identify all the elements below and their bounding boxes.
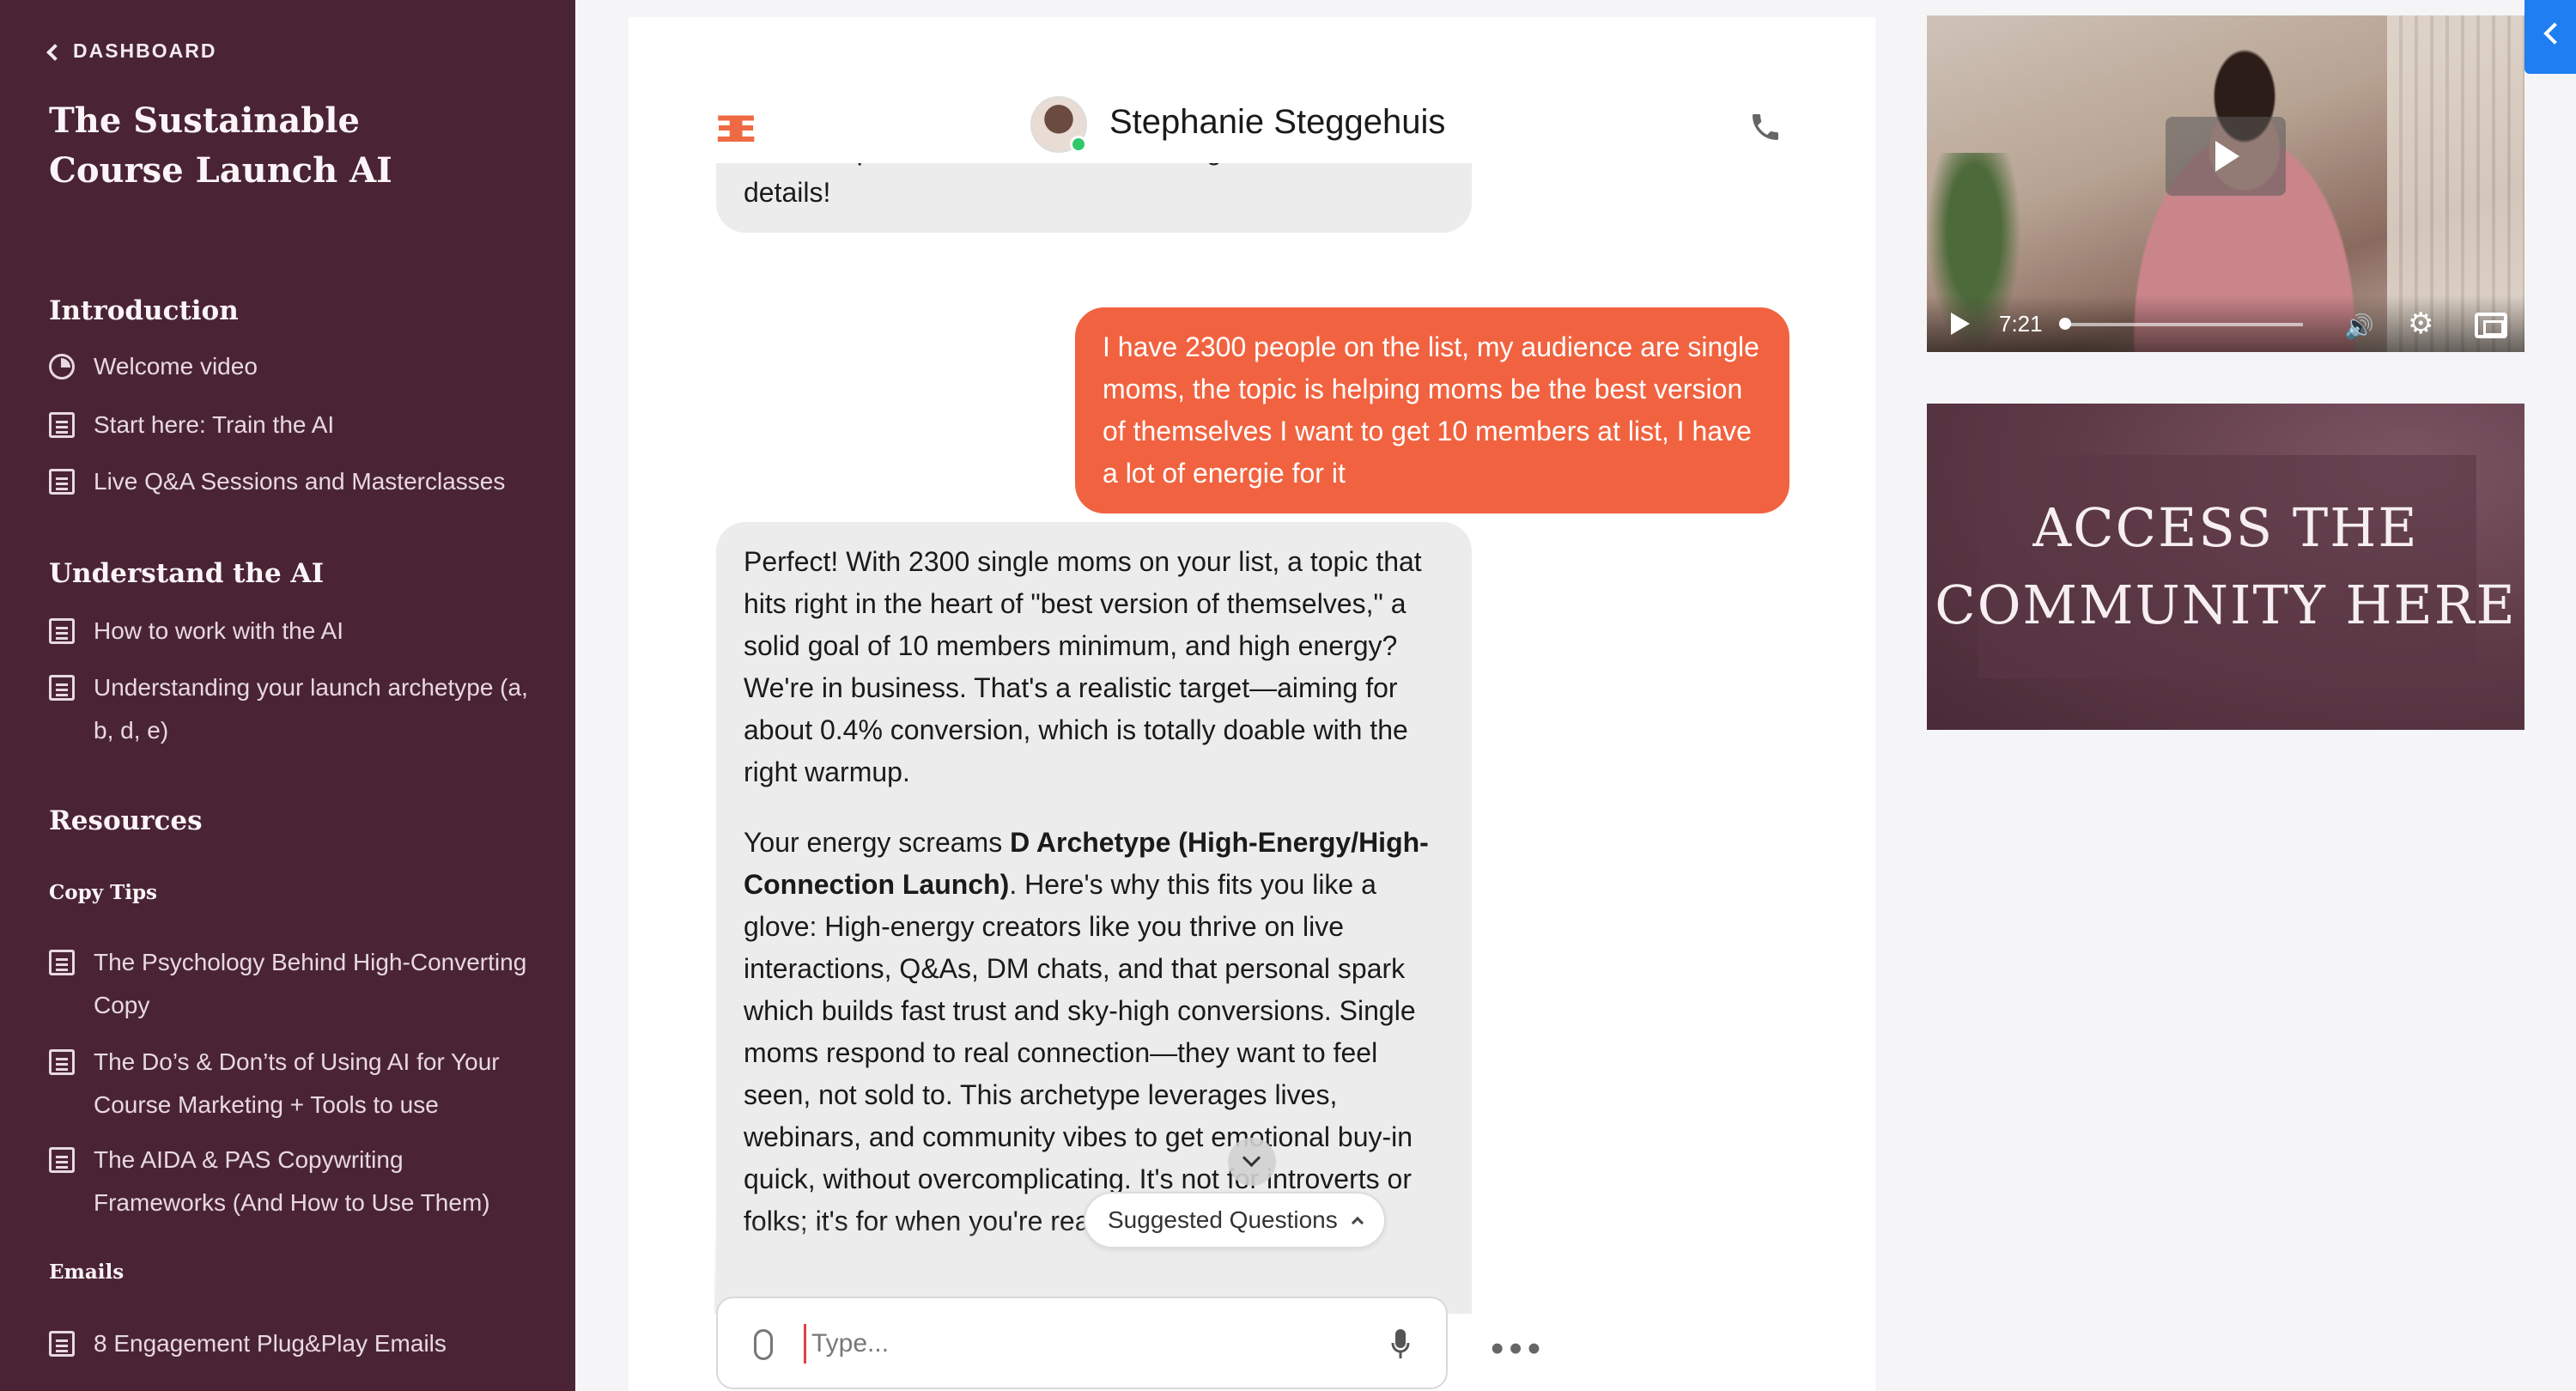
online-status-dot bbox=[1070, 136, 1087, 153]
chevron-up-icon bbox=[1351, 1216, 1364, 1230]
sidebar-item-psychology-copy[interactable]: The Psychology Behind High-Converting Co… bbox=[49, 941, 538, 1027]
sidebar-item-train-the-ai[interactable]: Start here: Train the AI bbox=[49, 404, 538, 446]
course-title: The Sustainable Course Launch AI bbox=[49, 100, 392, 191]
document-icon bbox=[49, 675, 75, 701]
fullscreen-icon[interactable] bbox=[2475, 313, 2507, 338]
section-title-introduction: Introduction bbox=[49, 295, 239, 326]
subsection-title-copy-tips: Copy Tips bbox=[49, 881, 157, 904]
sidebar-item-welcome-video[interactable]: Welcome video bbox=[49, 345, 538, 388]
sidebar-item-how-to-work[interactable]: How to work with the AI bbox=[49, 610, 538, 653]
document-icon bbox=[49, 1331, 75, 1357]
message-text: . Here's why this fits you like a glove:… bbox=[744, 869, 1416, 1236]
message-input[interactable] bbox=[804, 1324, 1388, 1364]
gear-icon[interactable]: ⚙ bbox=[2408, 309, 2433, 338]
back-to-dashboard-link[interactable]: DASHBOARD bbox=[46, 39, 217, 63]
section-title-understand: Understand the AI bbox=[49, 558, 325, 589]
sidebar-item-label: Start here: Train the AI bbox=[94, 411, 335, 438]
play-overlay-button[interactable] bbox=[2166, 117, 2286, 196]
document-icon bbox=[49, 1147, 75, 1173]
chat-header: ƎE Stephanie Steggehuis bbox=[629, 17, 1875, 163]
community-banner-text: ACCESS THE COMMUNITY HERE bbox=[1935, 489, 2517, 644]
video-controls: 7:21 🔊 ⚙ bbox=[1927, 295, 2524, 352]
community-banner[interactable]: ACCESS THE COMMUNITY HERE bbox=[1927, 404, 2524, 730]
video-progress-knob[interactable] bbox=[2059, 318, 2071, 330]
sidebar-item-label: Understanding your launch archetype (a, … bbox=[94, 674, 528, 744]
sidebar-item-dos-donts-ai[interactable]: The Do’s & Don’ts of Using AI for Your C… bbox=[49, 1041, 538, 1127]
video-progress-track[interactable] bbox=[2063, 323, 2303, 326]
document-icon bbox=[49, 412, 75, 438]
suggested-questions-label: Suggested Questions bbox=[1108, 1206, 1338, 1233]
sidebar-item-engagement-emails[interactable]: 8 Engagement Plug&Play Emails bbox=[49, 1322, 538, 1365]
suggested-questions-button[interactable]: Suggested Questions bbox=[1084, 1192, 1386, 1248]
play-icon[interactable] bbox=[1951, 313, 1970, 335]
community-line-2: COMMUNITY HERE bbox=[1935, 574, 2517, 636]
collapse-panel-button[interactable] bbox=[2524, 0, 2576, 74]
document-icon bbox=[49, 950, 75, 975]
brand-logo: ƎE bbox=[714, 108, 756, 150]
attachment-icon[interactable] bbox=[754, 1329, 773, 1360]
more-options-button[interactable]: ••• bbox=[1491, 1327, 1546, 1370]
sidebar-item-label: The Do’s & Don’ts of Using AI for Your C… bbox=[94, 1048, 500, 1118]
message-text: I have 2300 people on the list, my audie… bbox=[1103, 331, 1759, 489]
sidebar-item-label: The Psychology Behind High-Converting Co… bbox=[94, 949, 527, 1018]
document-icon bbox=[49, 469, 75, 495]
chevron-left-icon bbox=[46, 43, 64, 61]
user-message: I have 2300 people on the list, my audie… bbox=[1075, 307, 1789, 513]
scroll-down-button[interactable] bbox=[1228, 1138, 1276, 1186]
sidebar-item-label: Welcome video bbox=[94, 353, 258, 380]
sidebar-item-label: 8 Engagement Plug&Play Emails bbox=[94, 1330, 447, 1357]
phone-icon[interactable] bbox=[1748, 110, 1783, 144]
sidebar-item-label: Live Q&A Sessions and Masterclasses bbox=[94, 468, 506, 495]
subsection-title-emails: Emails bbox=[49, 1260, 125, 1284]
section-title-resources: Resources bbox=[49, 805, 203, 836]
back-label: DASHBOARD bbox=[73, 39, 217, 62]
message-paragraph: Perfect! With 2300 single moms on your l… bbox=[744, 546, 1422, 787]
volume-icon[interactable]: 🔊 bbox=[2344, 313, 2374, 341]
message-text: Your energy screams bbox=[744, 827, 1011, 858]
video-player[interactable]: 7:21 🔊 ⚙ bbox=[1927, 15, 2524, 352]
circle-progress-icon bbox=[49, 354, 75, 380]
sidebar-item-launch-archetype[interactable]: Understanding your launch archetype (a, … bbox=[49, 666, 538, 752]
sidebar-item-live-qa[interactable]: Live Q&A Sessions and Masterclasses bbox=[49, 460, 538, 503]
sidebar-item-label: The AIDA & PAS Copywriting Frameworks (A… bbox=[94, 1146, 490, 1216]
sidebar-item-label: How to work with the AI bbox=[94, 617, 344, 644]
document-icon bbox=[49, 1049, 75, 1075]
document-icon bbox=[49, 618, 75, 644]
sidebar-item-aida-pas[interactable]: The AIDA & PAS Copywriting Frameworks (A… bbox=[49, 1139, 538, 1224]
community-line-1: ACCESS THE bbox=[2032, 496, 2419, 559]
agent-name: Stephanie Steggehuis bbox=[1109, 103, 1446, 141]
message-composer bbox=[716, 1297, 1448, 1389]
course-sidebar: DASHBOARD The Sustainable Course Launch … bbox=[0, 0, 575, 1391]
microphone-icon[interactable] bbox=[1391, 1327, 1410, 1362]
message-list[interactable]: Paste what you have so far if you want m… bbox=[629, 120, 1875, 1314]
message-paragraph: Your energy screams D Archetype (High-En… bbox=[744, 822, 1444, 1242]
chat-panel: Paste what you have so far if you want m… bbox=[629, 17, 1875, 1391]
video-time: 7:21 bbox=[1999, 311, 2043, 337]
